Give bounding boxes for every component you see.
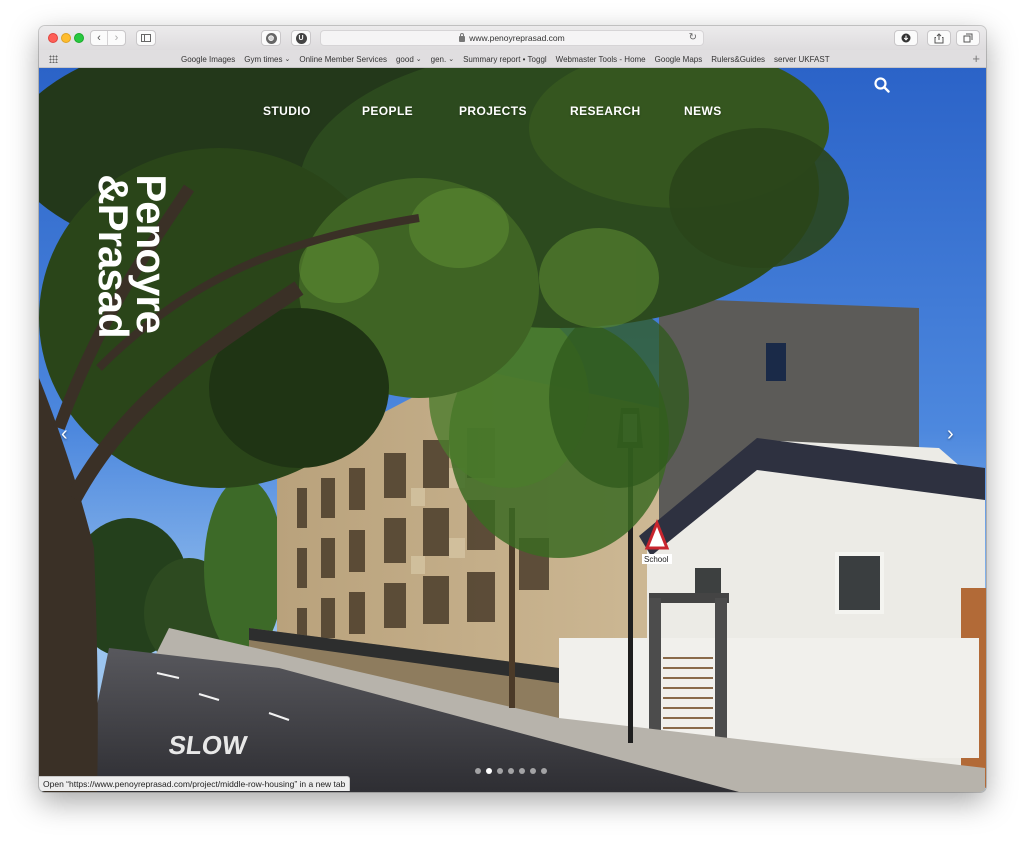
- sidebar-toggle-button[interactable]: [136, 30, 156, 46]
- download-icon: [901, 33, 911, 43]
- chevron-right-icon: ›: [947, 423, 954, 445]
- back-button[interactable]: ‹: [91, 31, 109, 45]
- bookmark-label: Online Member Services: [299, 54, 387, 64]
- search-button[interactable]: [873, 76, 891, 94]
- extension-button-1[interactable]: ◍: [261, 30, 281, 46]
- slider-dot[interactable]: [497, 768, 503, 774]
- bookmark-item[interactable]: gen. ⌄: [431, 55, 454, 64]
- bookmark-item[interactable]: good ⌄: [396, 55, 422, 64]
- share-button[interactable]: [927, 30, 951, 46]
- slider-dot[interactable]: [541, 768, 547, 774]
- bookmark-list: Google Images Gym times ⌄ Online Member Ser…: [181, 50, 830, 68]
- bookmark-label: Rulers&Guides: [711, 54, 766, 64]
- bookmark-label: Google Maps: [654, 54, 703, 64]
- nav-news[interactable]: NEWS: [684, 104, 722, 118]
- chevron-down-icon: ⌄: [415, 56, 422, 63]
- bookmark-item[interactable]: Rulers&Guides: [711, 55, 765, 64]
- bookmarks-bar: Google Images Gym times ⌄ Online Member Ser…: [39, 50, 986, 68]
- bookmark-label: server UKFAST: [774, 54, 830, 64]
- close-window-button[interactable]: [48, 33, 58, 43]
- chevron-down-icon: ⌄: [284, 56, 291, 63]
- bookmark-item[interactable]: Google Images: [181, 55, 235, 64]
- browser-window: ‹ › ◍ U www.penoyreprasad.com ↻ Google I…: [39, 26, 986, 792]
- extension-button-2[interactable]: U: [291, 30, 311, 46]
- nav-projects[interactable]: PROJECTS: [459, 104, 527, 118]
- bookmark-label: gen.: [430, 54, 447, 64]
- sidebar-icon: [141, 34, 151, 42]
- bookmark-label: Gym times: [244, 54, 283, 64]
- back-icon: ‹: [97, 32, 101, 44]
- extension-icon: ◍: [265, 32, 277, 44]
- bookmark-item[interactable]: Google Maps: [655, 55, 703, 64]
- tab-overview-button[interactable]: [956, 30, 980, 46]
- road-marking-text: SLOW: [167, 730, 249, 760]
- lock-icon: [459, 33, 466, 42]
- slider-next-button[interactable]: ›: [947, 424, 963, 444]
- bookmark-label: Webmaster Tools - Home: [555, 54, 646, 64]
- tabs-icon: [963, 33, 973, 43]
- bookmark-item[interactable]: Gym times ⌄: [244, 55, 290, 64]
- site-logo[interactable]: Penoyre &Prasad: [85, 106, 179, 406]
- add-bookmark-icon[interactable]: +: [972, 51, 980, 66]
- bookmark-label: Summary report • Toggl: [463, 54, 547, 64]
- slider-pagination: [475, 768, 547, 774]
- bookmark-label: good: [395, 54, 414, 64]
- chevron-left-icon: ‹: [61, 423, 68, 445]
- maximize-window-button[interactable]: [74, 33, 84, 43]
- search-icon: [874, 77, 890, 93]
- bookmark-label: Google Images: [181, 54, 236, 64]
- slider-dot[interactable]: [530, 768, 536, 774]
- slider-dot[interactable]: [519, 768, 525, 774]
- slider-dot[interactable]: [486, 768, 492, 774]
- download-button[interactable]: [894, 30, 918, 46]
- slider-dot[interactable]: [475, 768, 481, 774]
- page-viewport: SLOW School Penoyre &Prasad STUDIO PEOPL…: [39, 68, 986, 792]
- nav-studio[interactable]: STUDIO: [263, 104, 311, 118]
- hero-image: SLOW School: [39, 68, 986, 792]
- link-status-bar: Open “https://www.penoyreprasad.com/proj…: [39, 776, 351, 791]
- logo-line-2: &Prasad: [90, 174, 137, 338]
- school-sign-text: School: [644, 555, 669, 564]
- bookmark-item[interactable]: server UKFAST: [774, 55, 830, 64]
- address-bar[interactable]: www.penoyreprasad.com ↻: [320, 30, 704, 46]
- slider-prev-button[interactable]: ‹: [61, 424, 77, 444]
- forward-button[interactable]: ›: [108, 31, 125, 45]
- extension-u-icon: U: [295, 32, 307, 44]
- chevron-down-icon: ⌄: [448, 56, 455, 63]
- bookmark-item[interactable]: Webmaster Tools - Home: [556, 55, 646, 64]
- bookmark-item[interactable]: Online Member Services: [299, 55, 387, 64]
- nav-research[interactable]: RESEARCH: [570, 104, 641, 118]
- share-icon: [934, 32, 944, 43]
- status-text: Open “https://www.penoyreprasad.com/proj…: [43, 779, 346, 789]
- bookmark-item[interactable]: Summary report • Toggl: [463, 55, 547, 64]
- history-nav-group: ‹ ›: [90, 30, 126, 46]
- browser-toolbar: ‹ › ◍ U www.penoyreprasad.com ↻: [39, 26, 986, 50]
- nav-people[interactable]: PEOPLE: [362, 104, 413, 118]
- slider-dot[interactable]: [508, 768, 514, 774]
- reload-icon[interactable]: ↻: [689, 32, 697, 43]
- bookmark-grid-icon[interactable]: [49, 55, 58, 63]
- minimize-window-button[interactable]: [61, 33, 71, 43]
- url-text: www.penoyreprasad.com: [469, 33, 565, 43]
- logo-line-1: Penoyre: [128, 174, 175, 334]
- forward-icon: ›: [114, 32, 119, 44]
